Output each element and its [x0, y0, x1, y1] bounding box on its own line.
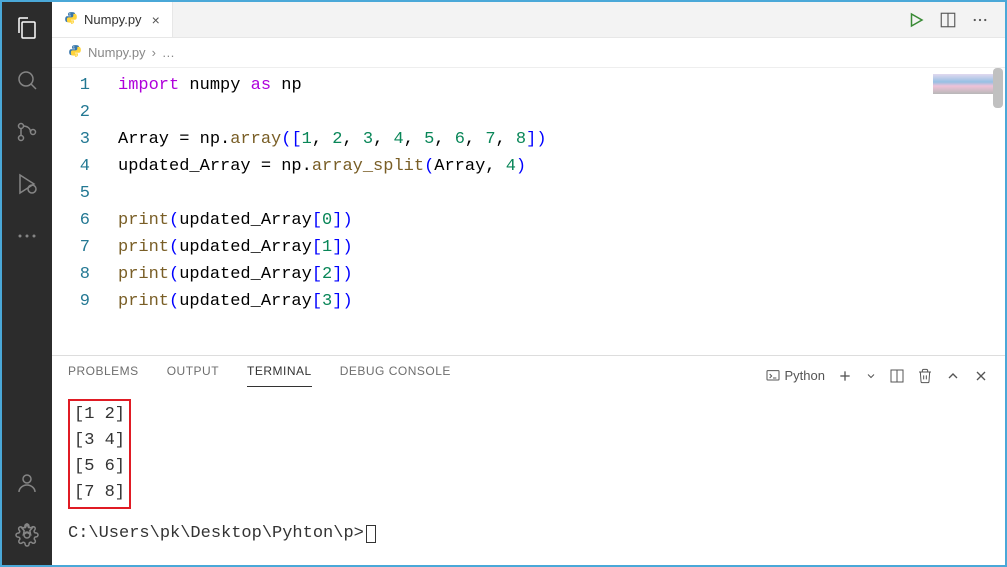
- run-button[interactable]: [907, 11, 925, 29]
- code-line: updated_Array = np.array_split(Array, 4): [118, 153, 1005, 180]
- python-file-icon: [64, 11, 78, 28]
- line-number: 9: [52, 288, 90, 315]
- code-line: import numpy as np: [118, 72, 1005, 99]
- new-terminal-icon[interactable]: [837, 368, 853, 384]
- breadcrumb-chevron-icon: ›: [152, 45, 156, 60]
- settings-gear-icon[interactable]: [13, 521, 41, 549]
- account-icon[interactable]: [13, 469, 41, 497]
- line-number: 1: [52, 72, 90, 99]
- line-number: 6: [52, 207, 90, 234]
- split-editor-icon[interactable]: [939, 11, 957, 29]
- source-control-icon[interactable]: [13, 118, 41, 146]
- editor-tab[interactable]: Numpy.py ×: [52, 2, 173, 37]
- line-number: 8: [52, 261, 90, 288]
- terminal-output-line: [3 4]: [74, 428, 125, 454]
- code-line: print(updated_Array[3]): [118, 288, 1005, 315]
- scrollbar[interactable]: [993, 68, 1003, 108]
- terminal-cursor: [366, 525, 376, 543]
- code-editor[interactable]: 123456789 import numpy as np Array = np.…: [52, 68, 1005, 355]
- search-icon[interactable]: [13, 66, 41, 94]
- tab-output[interactable]: OUTPUT: [167, 364, 219, 387]
- explorer-icon[interactable]: [13, 14, 41, 42]
- code-content[interactable]: import numpy as np Array = np.array([1, …: [102, 68, 1005, 355]
- python-file-icon: [68, 44, 82, 61]
- line-number: 4: [52, 153, 90, 180]
- line-gutter: 123456789: [52, 68, 102, 355]
- line-number: 5: [52, 180, 90, 207]
- tab-terminal[interactable]: TERMINAL: [247, 364, 312, 387]
- tab-bar: Numpy.py ×: [52, 2, 1005, 38]
- code-line: [118, 99, 1005, 126]
- code-line: print(updated_Array[0]): [118, 207, 1005, 234]
- split-terminal-icon[interactable]: [889, 368, 905, 384]
- terminal-prompt-text: C:\Users\pk\Desktop\Pyhton\p>: [68, 521, 364, 547]
- terminal-type-selector[interactable]: Python: [765, 368, 825, 384]
- trash-icon[interactable]: [917, 368, 933, 384]
- close-panel-icon[interactable]: [973, 368, 989, 384]
- line-number: 2: [52, 99, 90, 126]
- breadcrumb-more: …: [162, 45, 175, 60]
- more-icon[interactable]: [13, 222, 41, 250]
- activity-bar: [2, 2, 52, 565]
- line-number: 3: [52, 126, 90, 153]
- minimap[interactable]: [933, 74, 993, 94]
- terminal-output-line: [5 6]: [74, 454, 125, 480]
- breadcrumb[interactable]: Numpy.py › …: [52, 38, 1005, 68]
- tab-filename: Numpy.py: [84, 12, 142, 27]
- panel: PROBLEMS OUTPUT TERMINAL DEBUG CONSOLE P…: [52, 355, 1005, 565]
- editor-area: Numpy.py × Numpy.py ›: [52, 2, 1005, 565]
- terminal-type-label: Python: [785, 368, 825, 383]
- tab-close-icon[interactable]: ×: [148, 12, 160, 28]
- code-line: Array = np.array([1, 2, 3, 4, 5, 6, 7, 8…: [118, 126, 1005, 153]
- vscode-window: Numpy.py × Numpy.py ›: [2, 2, 1005, 565]
- breadcrumb-filename: Numpy.py: [88, 45, 146, 60]
- code-line: print(updated_Array[1]): [118, 234, 1005, 261]
- terminal-content[interactable]: [1 2] [3 4] [5 6] [7 8] C:\Users\pk\Desk…: [52, 387, 1005, 565]
- more-actions-icon[interactable]: [971, 11, 989, 29]
- code-line: print(updated_Array[2]): [118, 261, 1005, 288]
- run-debug-icon[interactable]: [13, 170, 41, 198]
- terminal-output-line: [7 8]: [74, 480, 125, 506]
- terminal-prompt[interactable]: C:\Users\pk\Desktop\Pyhton\p>: [68, 521, 989, 547]
- code-line: [118, 180, 1005, 207]
- terminal-output-highlight: [1 2] [3 4] [5 6] [7 8]: [68, 399, 131, 509]
- terminal-dropdown-icon[interactable]: [865, 370, 877, 382]
- panel-tabs: PROBLEMS OUTPUT TERMINAL DEBUG CONSOLE P…: [52, 356, 1005, 387]
- line-number: 7: [52, 234, 90, 261]
- maximize-panel-icon[interactable]: [945, 368, 961, 384]
- tab-problems[interactable]: PROBLEMS: [68, 364, 139, 387]
- tab-debug-console[interactable]: DEBUG CONSOLE: [340, 364, 451, 387]
- terminal-output-line: [1 2]: [74, 402, 125, 428]
